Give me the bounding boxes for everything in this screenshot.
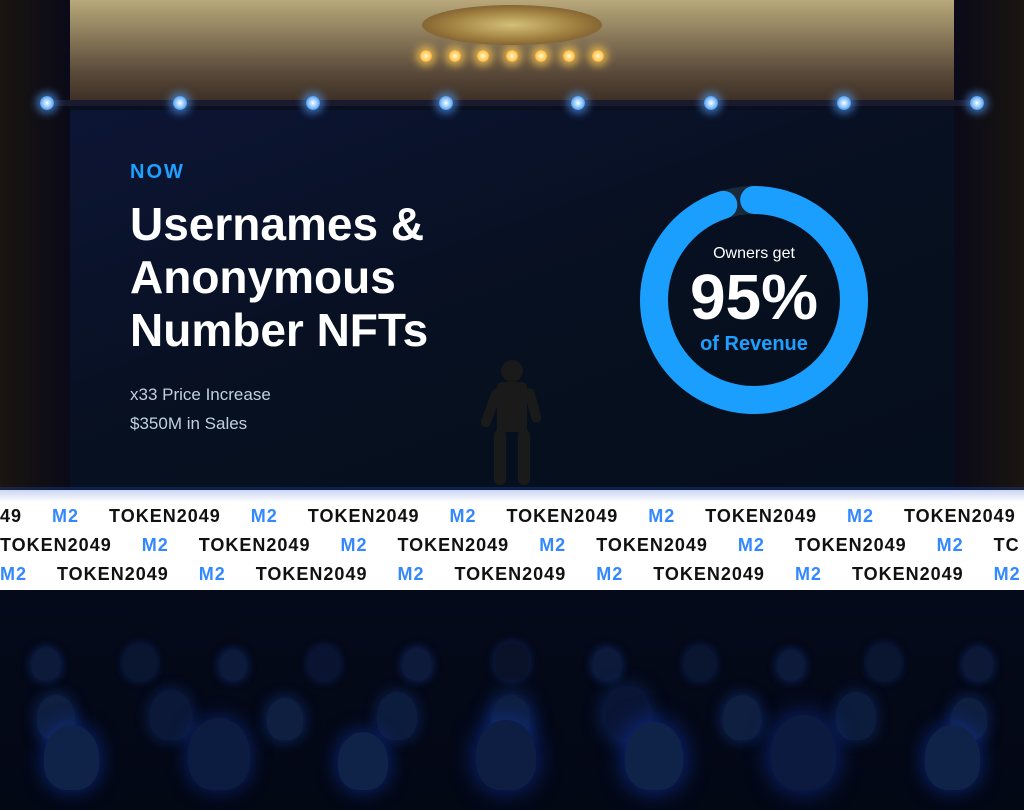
donut-percentage: 95% [690,265,818,329]
audience-head [625,722,683,790]
banner-text-m2: M2 [0,564,27,585]
banner-text-token2049: TOKEN2049 [705,506,817,527]
banner-text-token2049: TOKEN2049 [795,535,907,556]
chandelier-body [422,5,602,45]
banner-text-m2: M2 [251,506,278,527]
conference-scene: NOW Usernames & Anonymous Number NFTs x3… [0,0,1024,810]
room-right-wall [954,0,1024,520]
banner-text-m2: M2 [847,506,874,527]
banner-text-m2: M2 [397,564,424,585]
banner-text-m2: M2 [142,535,169,556]
stage-light-dot [40,96,54,110]
audience-head [495,642,529,680]
stage-light-dot [173,96,187,110]
banner-text-token2049: TOKEN2049 [653,564,765,585]
event-banner: 49 M2 TOKEN2049 M2 TOKEN2049 M2 TOKEN204… [0,490,1024,600]
stage-light-dot [306,96,320,110]
banner-text-token2049: TOKEN2049 [507,506,619,527]
audience-head [220,650,246,680]
audience-head [685,646,715,680]
audience-head [868,644,900,680]
banner-text-token2049: TOKEN2049 [199,535,311,556]
banner-text-token2049: TOKEN2049 [454,564,566,585]
banner-text-m2: M2 [738,535,765,556]
chandelier [412,5,612,85]
chandelier-light [535,50,547,62]
audience-head [593,648,621,680]
audience-head [476,720,536,790]
room-left-wall [0,0,70,520]
chandelier-light [420,50,432,62]
speaker-torso [497,382,527,432]
banner-text-m2: M2 [340,535,367,556]
stage-light-dot [970,96,984,110]
banner-text: 49 [0,506,22,527]
banner-text-m2: M2 [450,506,477,527]
audience-head [964,648,992,680]
chandelier-light [563,50,575,62]
banner-text-token2049: TOKEN2049 [397,535,509,556]
audience-head [338,732,388,790]
title-line2: Anonymous [130,251,396,303]
banner-row-2: TOKEN2049 M2 TOKEN2049 M2 TOKEN2049 M2 T… [0,531,1024,560]
banner-text-m2: M2 [539,535,566,556]
donut-center-content: Owners get 95% of Revenue [690,245,818,356]
chandelier-lights [412,50,612,62]
banner-text-token2049: TOKEN2049 [308,506,420,527]
audience-head [778,650,804,680]
banner-text-m2: M2 [994,564,1021,585]
audience-head [32,648,60,680]
audience-area [0,590,1024,810]
chandelier-light [477,50,489,62]
audience-row-far [0,642,1024,680]
banner-text-token2049: TOKEN2049 [109,506,221,527]
speaker-head [501,360,523,382]
stage-lights-bar [40,100,984,106]
speaker-leg-right [518,430,530,485]
stage-light-dot [439,96,453,110]
audience-head [771,715,836,790]
banner-text-token2049: TOKEN2049 [852,564,964,585]
audience-row-near [0,715,1024,790]
banner-text-m2: M2 [52,506,79,527]
stage-light-dot [837,96,851,110]
banner-text-m2: M2 [937,535,964,556]
chandelier-light [449,50,461,62]
chandelier-light [592,50,604,62]
banner-text-token2049: TOKEN2049 [596,535,708,556]
now-label: NOW [130,161,594,184]
speaker-body [482,360,542,490]
title-line1: Usernames & [130,198,424,250]
banner-text-token2049: TOKEN2049 [904,506,1016,527]
audience-head [188,718,250,790]
banner-text: TOKEN2049 [0,535,112,556]
speaker-silhouette [482,360,542,490]
audience-head [44,725,99,790]
slide-title: Usernames & Anonymous Number NFTs [130,198,594,357]
chandelier-light [506,50,518,62]
speaker-leg-left [494,430,506,485]
donut-chart-container: Owners get 95% of Revenue [614,160,894,440]
title-line3: Number NFTs [130,304,428,356]
banner-text-m2: M2 [795,564,822,585]
banner-text-token2049: TOKEN2049 [256,564,368,585]
donut-owners-label: Owners get [690,245,818,263]
banner-text: TC [994,535,1020,556]
banner-text-m2: M2 [199,564,226,585]
banner-text-token2049: TOKEN2049 [57,564,169,585]
audience-head [309,646,339,680]
audience-head [925,725,980,790]
audience-head [124,644,156,680]
donut-revenue-label: of Revenue [690,333,818,356]
banner-text-m2: M2 [648,506,675,527]
banner-row-3: M2 TOKEN2049 M2 TOKEN2049 M2 TOKEN2049 M… [0,560,1024,589]
banner-row-1: 49 M2 TOKEN2049 M2 TOKEN2049 M2 TOKEN204… [0,502,1024,531]
audience-head [403,648,431,680]
banner-text-m2: M2 [596,564,623,585]
